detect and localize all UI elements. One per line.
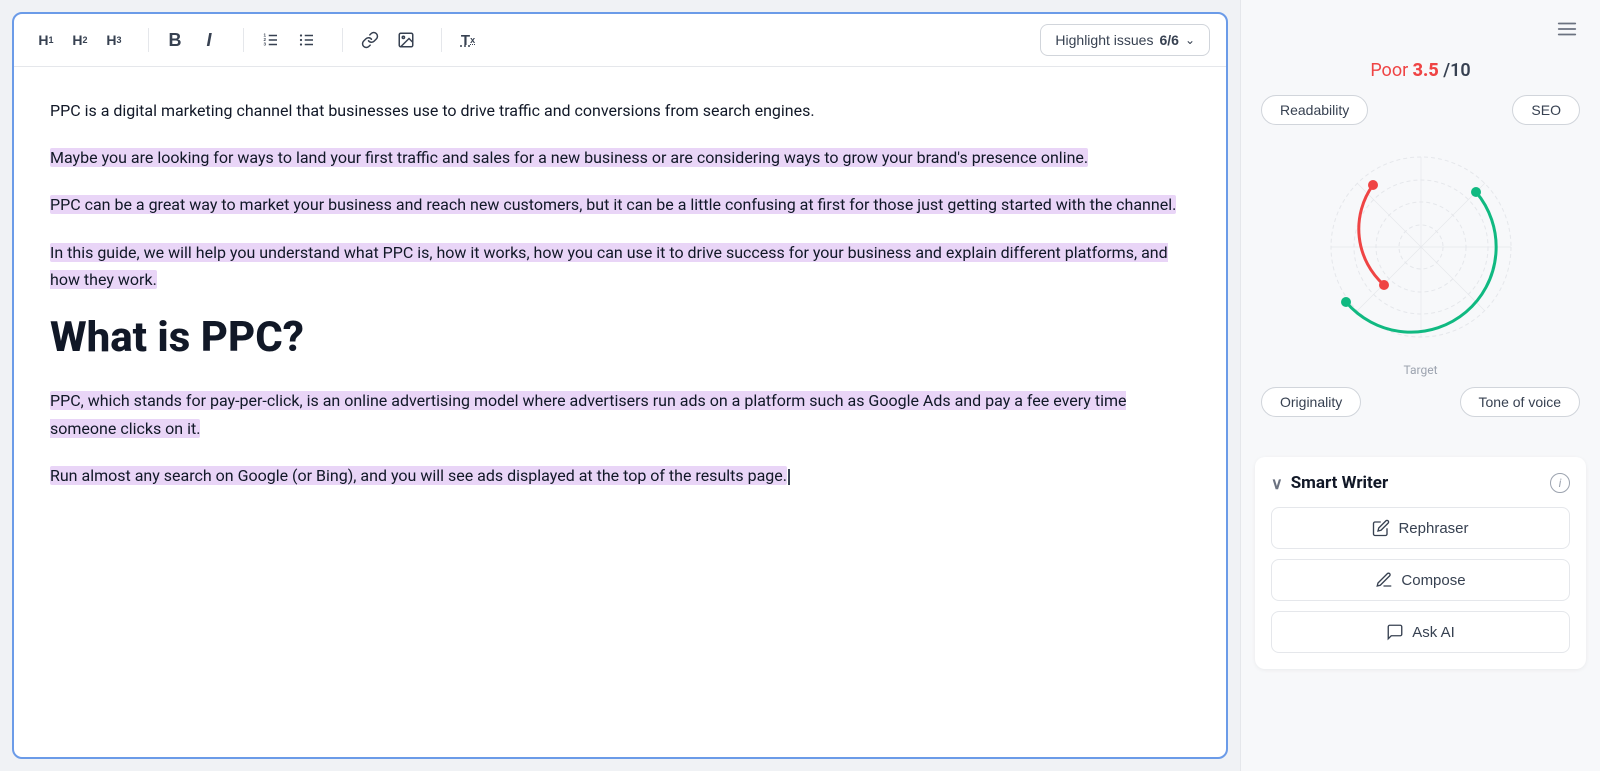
highlighted-text-3: PPC can be a great way to market your bu… bbox=[50, 195, 1176, 214]
score-total: /10 bbox=[1443, 60, 1470, 81]
media-group bbox=[353, 24, 423, 56]
score-number: 3.5 bbox=[1413, 60, 1439, 81]
toolbar-separator-2 bbox=[243, 28, 244, 52]
readability-pill[interactable]: Readability bbox=[1261, 95, 1368, 125]
smart-writer-title-label: Smart Writer bbox=[1291, 473, 1389, 493]
heading-group: H1 H2 H3 bbox=[30, 24, 130, 56]
compose-button[interactable]: Compose bbox=[1271, 559, 1570, 601]
highlighted-text-6: Run almost any search on Google (or Bing… bbox=[50, 466, 787, 485]
smart-writer-title-group: ∨ Smart Writer bbox=[1271, 473, 1388, 493]
ask-ai-button[interactable]: Ask AI bbox=[1271, 611, 1570, 653]
sidebar-menu-button[interactable] bbox=[1552, 14, 1582, 50]
tone-of-voice-pill[interactable]: Tone of voice bbox=[1460, 387, 1581, 417]
info-icon: i bbox=[1550, 473, 1570, 493]
list-group: 123 bbox=[254, 24, 324, 56]
highlight-count: 6/6 bbox=[1159, 32, 1178, 48]
highlighted-text-2: Maybe you are looking for ways to land y… bbox=[50, 148, 1088, 167]
paragraph-1: PPC is a digital marketing channel that … bbox=[50, 97, 1190, 124]
h3-button[interactable]: H3 bbox=[98, 24, 130, 56]
originality-pill[interactable]: Originality bbox=[1261, 387, 1361, 417]
smart-writer-header: ∨ Smart Writer i bbox=[1271, 473, 1570, 493]
paragraph-3: PPC can be a great way to market your bu… bbox=[50, 191, 1190, 218]
rephraser-button[interactable]: Rephraser bbox=[1271, 507, 1570, 549]
highlighted-text-5: PPC, which stands for pay-per-click, is … bbox=[50, 391, 1126, 437]
score-quality-label: Poor bbox=[1370, 60, 1408, 81]
toolbar-separator-3 bbox=[342, 28, 343, 52]
right-sidebar: Poor 3.5 /10 Readability SEO bbox=[1240, 0, 1600, 771]
score-section: Poor 3.5 /10 Readability SEO bbox=[1241, 60, 1600, 457]
cursor bbox=[788, 469, 790, 485]
paragraph-4: In this guide, we will help you understa… bbox=[50, 239, 1190, 293]
paragraph-5: PPC, which stands for pay-per-click, is … bbox=[50, 387, 1190, 441]
paragraph-2: Maybe you are looking for ways to land y… bbox=[50, 144, 1190, 171]
ordered-list-button[interactable]: 123 bbox=[254, 24, 288, 56]
svg-text:3: 3 bbox=[264, 41, 267, 46]
unordered-list-button[interactable] bbox=[290, 24, 324, 56]
highlighted-text-4: In this guide, we will help you understa… bbox=[50, 243, 1168, 289]
toolbar-separator-1 bbox=[148, 28, 149, 52]
highlight-issues-label: Highlight issues bbox=[1055, 32, 1153, 48]
link-button[interactable] bbox=[353, 24, 387, 56]
h2-button[interactable]: H2 bbox=[64, 24, 96, 56]
editor-content-area[interactable]: PPC is a digital marketing channel that … bbox=[14, 67, 1226, 757]
image-button[interactable] bbox=[389, 24, 423, 56]
highlight-issues-button[interactable]: Highlight issues 6/6 ⌄ bbox=[1040, 24, 1210, 56]
ask-ai-label: Ask AI bbox=[1412, 624, 1455, 641]
editor-panel: H1 H2 H3 B I 123 bbox=[12, 12, 1228, 759]
h1-button[interactable]: H1 bbox=[30, 24, 62, 56]
collapse-icon: ∨ bbox=[1271, 474, 1283, 493]
chevron-down-icon: ⌄ bbox=[1185, 33, 1195, 47]
clear-format-button[interactable]: Tx bbox=[452, 24, 484, 56]
paragraph-6: Run almost any search on Google (or Bing… bbox=[50, 462, 1190, 489]
toolbar-separator-4 bbox=[441, 28, 442, 52]
sidebar-header bbox=[1241, 0, 1600, 60]
bottom-metrics-row: Originality Tone of voice bbox=[1261, 387, 1580, 417]
bold-button[interactable]: B bbox=[159, 24, 191, 56]
smart-writer-section: ∨ Smart Writer i Rephraser Compose Ask A… bbox=[1255, 457, 1586, 669]
target-label: Target bbox=[1403, 363, 1437, 377]
italic-button[interactable]: I bbox=[193, 24, 225, 56]
compose-label: Compose bbox=[1401, 572, 1465, 589]
radar-chart bbox=[1311, 137, 1531, 357]
top-metrics-row: Readability SEO bbox=[1261, 95, 1580, 125]
editor-toolbar: H1 H2 H3 B I 123 bbox=[14, 14, 1226, 67]
score-display: Poor 3.5 /10 bbox=[1370, 60, 1470, 81]
heading-what-is-ppc: What is PPC? bbox=[50, 313, 1190, 363]
text-format-group: B I bbox=[159, 24, 225, 56]
seo-pill[interactable]: SEO bbox=[1512, 95, 1580, 125]
rephraser-label: Rephraser bbox=[1398, 520, 1468, 537]
